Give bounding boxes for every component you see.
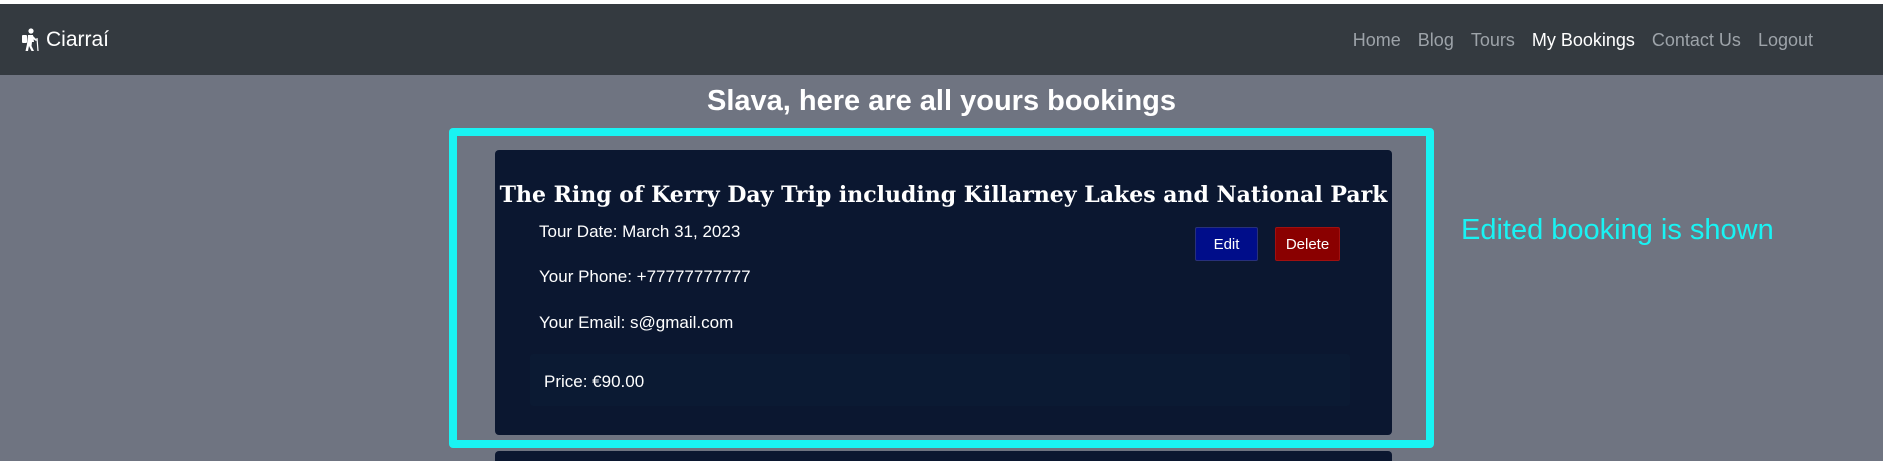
nav-logout[interactable]: Logout (1758, 30, 1813, 51)
nav-my-bookings[interactable]: My Bookings (1532, 30, 1635, 51)
navbar: Ciarraí Home Blog Tours My Bookings Cont… (0, 4, 1883, 75)
next-booking-card (495, 451, 1392, 461)
nav-tours[interactable]: Tours (1471, 30, 1515, 51)
page-title: Slava, here are all yours bookings (706, 85, 1177, 117)
nav-home[interactable]: Home (1353, 30, 1401, 51)
highlight-box (449, 128, 1434, 448)
annotation-label: Edited booking is shown (1461, 214, 1774, 246)
hiker-icon (22, 28, 39, 52)
nav-contact-us[interactable]: Contact Us (1652, 30, 1741, 51)
brand-name: Ciarraí (46, 28, 110, 51)
nav-links: Home Blog Tours My Bookings Contact Us L… (1353, 30, 1813, 51)
brand-link[interactable]: Ciarraí (20, 28, 109, 52)
nav-blog[interactable]: Blog (1418, 30, 1454, 51)
